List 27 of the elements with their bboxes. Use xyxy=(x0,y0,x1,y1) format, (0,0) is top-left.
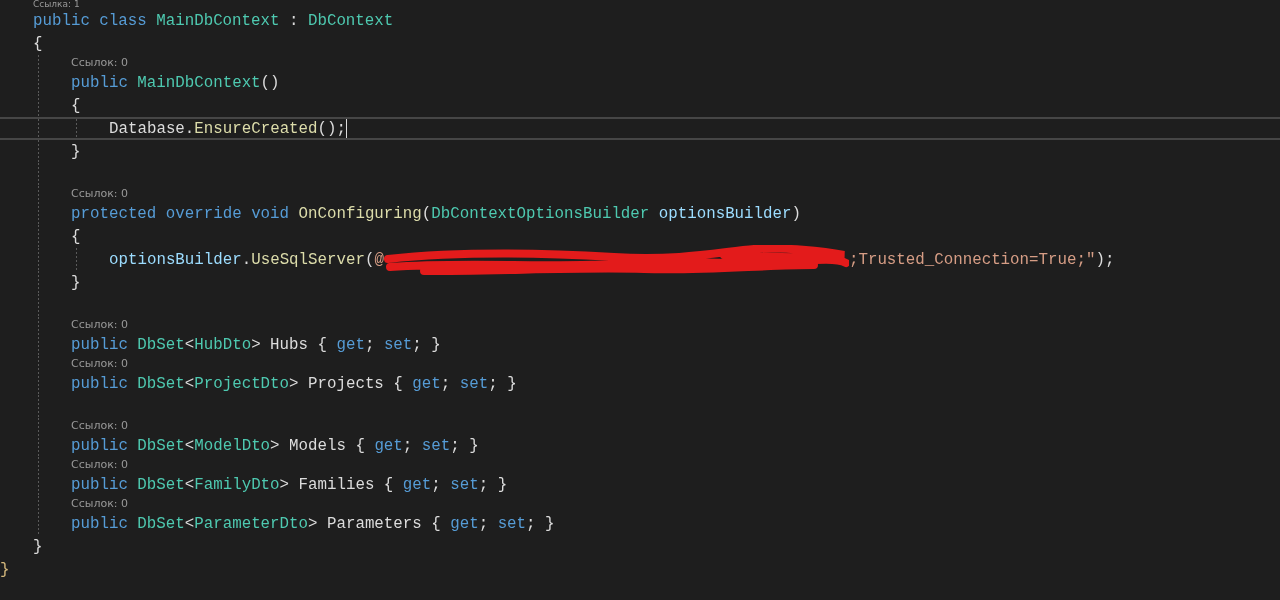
reference-count[interactable]: Ссылок: 0 xyxy=(71,187,129,201)
code-text: public DbSet<FamilyDto> Families { get; set; } xyxy=(71,475,508,494)
code-text: Database.EnsureCreated(); xyxy=(109,119,347,138)
reference-count[interactable]: Ссылок: 0 xyxy=(71,419,129,433)
code-text: { xyxy=(33,34,43,53)
code-text: public DbSet<ModelDto> Models { get; set; } xyxy=(71,436,479,455)
code-text: public class MainDbContext : DbContext xyxy=(33,11,394,30)
code-text: ;Trusted_Connection=True;"); xyxy=(848,250,1115,269)
code-text: public DbSet<HubDto> Hubs { get; set; } xyxy=(71,335,441,354)
code-text: { xyxy=(71,96,81,115)
code-text: public DbSet<ParameterDto> Parameters { get; set; } xyxy=(71,514,555,533)
text-cursor xyxy=(346,119,348,138)
code-text: protected override void OnConfiguring(DbContextOptionsBuilder optionsBuilder) xyxy=(71,204,801,223)
reference-count[interactable]: Ссылок: 0 xyxy=(71,497,129,511)
reference-count[interactable]: Ссылка: 1 xyxy=(33,0,80,9)
code-text: public MainDbContext() xyxy=(71,73,280,92)
code-text: } xyxy=(71,142,81,161)
code-text: optionsBuilder.UseSqlServer(@ xyxy=(109,250,384,269)
reference-count[interactable]: Ссылок: 0 xyxy=(71,318,129,332)
code-text: { xyxy=(71,227,81,246)
code-text: } xyxy=(33,537,43,556)
code-text: } xyxy=(0,560,10,579)
reference-count[interactable]: Ссылок: 0 xyxy=(71,458,129,472)
code-text: public DbSet<ProjectDto> Projects { get; set; } xyxy=(71,374,517,393)
reference-count[interactable]: Ссылок: 0 xyxy=(71,56,129,70)
reference-count[interactable]: Ссылок: 0 xyxy=(71,357,129,371)
code-text: } xyxy=(71,273,81,292)
